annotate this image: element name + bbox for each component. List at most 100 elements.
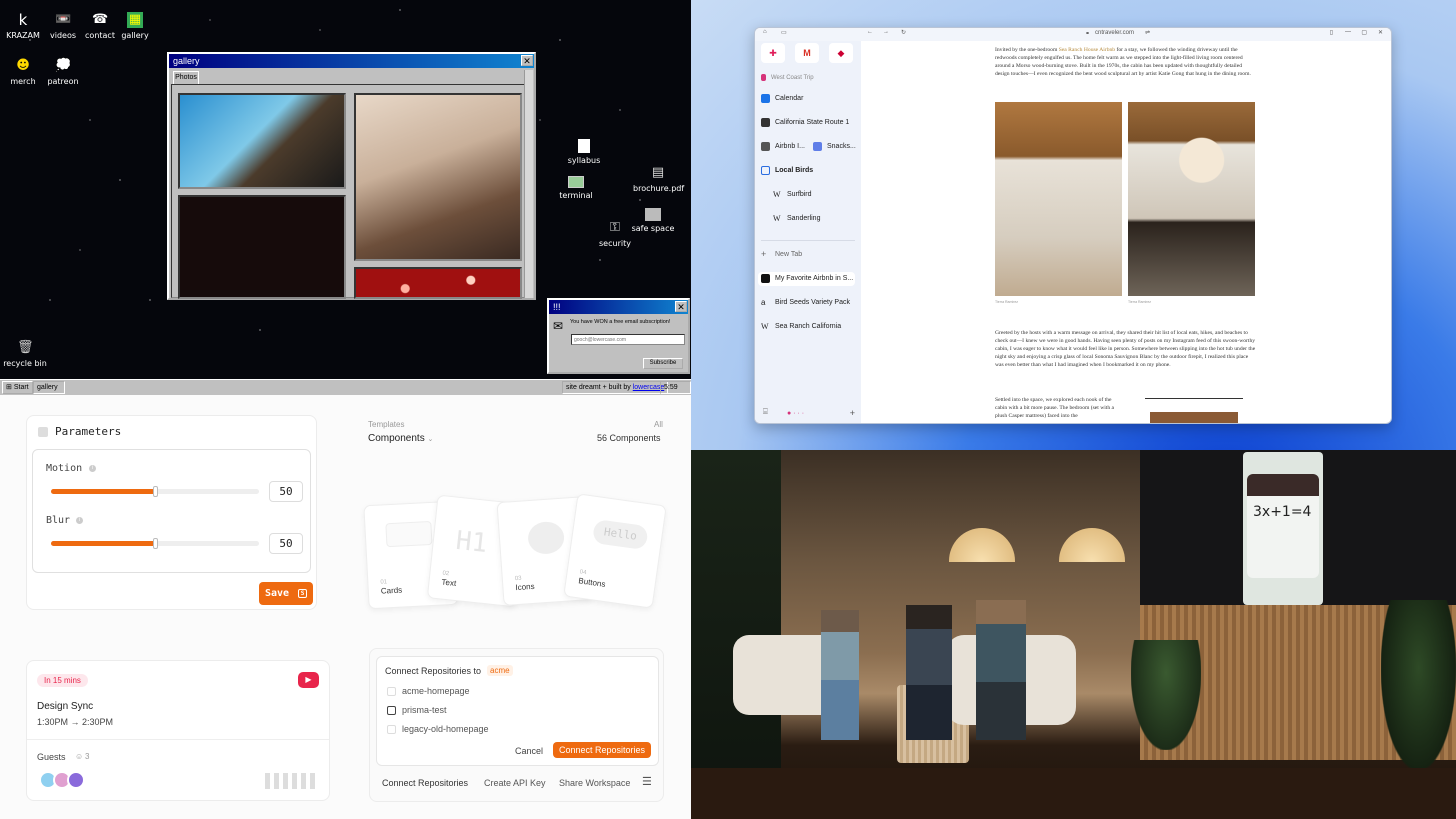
- mail-icon: ✉: [553, 319, 564, 333]
- menu-icon[interactable]: ☰: [642, 775, 652, 788]
- start-label: Start: [13, 384, 29, 391]
- connect-repositories-button[interactable]: Connect Repositories: [553, 742, 652, 758]
- cancel-button[interactable]: Cancel: [515, 746, 543, 756]
- refresh-icon[interactable]: ↻: [901, 29, 906, 36]
- photo-thumbnail[interactable]: [178, 195, 346, 299]
- gallery-icon[interactable]: ▦ gallery: [110, 12, 160, 40]
- tab-airbnb-article[interactable]: My Favorite Airbnb in S...: [758, 272, 855, 286]
- icon-label: videos: [49, 31, 77, 40]
- sidebar-item-surfbird[interactable]: W Surfbird: [773, 188, 812, 202]
- archive-icon[interactable]: ⌸: [763, 407, 768, 417]
- checkbox[interactable]: [387, 706, 396, 716]
- workspace-icon[interactable]: ⌂: [763, 29, 767, 35]
- avatar[interactable]: [67, 771, 85, 789]
- taskbar-task-gallery[interactable]: gallery: [33, 381, 65, 394]
- start-button[interactable]: ⊞ Start: [2, 381, 33, 394]
- safe-icon[interactable]: safe space: [628, 208, 678, 233]
- sidebar-item-route1[interactable]: California State Route 1: [761, 116, 849, 130]
- email-field[interactable]: [571, 334, 685, 345]
- recycle-bin-icon[interactable]: 🗑 recycle bin: [0, 340, 50, 368]
- repo-option[interactable]: acme-homepage: [387, 686, 470, 697]
- sidebar-item-calendar[interactable]: Calendar: [761, 92, 803, 106]
- sidebar-label: Snacks...: [827, 143, 856, 150]
- motion-value-field[interactable]: 50: [269, 481, 303, 502]
- photo-thumbnail[interactable]: [178, 93, 346, 189]
- photo-thumbnail[interactable]: [354, 267, 522, 299]
- blur-value-field[interactable]: 50: [269, 533, 303, 554]
- new-tab-button[interactable]: + New Tab: [761, 248, 802, 262]
- minimize-icon[interactable]: —: [1345, 29, 1351, 35]
- back-icon[interactable]: ←: [867, 29, 873, 35]
- syllabus-document-icon[interactable]: syllabus: [559, 139, 609, 165]
- save-button[interactable]: Save S: [259, 582, 313, 605]
- retro-desktop: k KRAZAM 📼 videos ☎ contact ▦ gallery ☻ merch…: [0, 0, 691, 395]
- repo-option[interactable]: legacy-old-homepage: [387, 724, 489, 735]
- info-icon[interactable]: i: [76, 517, 83, 524]
- templates-dropdown[interactable]: Components ⌄: [368, 433, 433, 444]
- close-icon[interactable]: ✕: [1378, 29, 1383, 36]
- sidebar-group-label[interactable]: West Coast Trip: [761, 71, 814, 85]
- footer-create-api-key[interactable]: Create API Key: [484, 778, 546, 788]
- scrollbar[interactable]: [524, 70, 533, 298]
- tab-photos[interactable]: Photos: [173, 71, 199, 84]
- gallery-window[interactable]: gallery ✕ Photos: [167, 52, 536, 300]
- footer-connect-repositories[interactable]: Connect Repositories: [382, 778, 468, 788]
- sidebar-item-airbnb[interactable]: Airbnb I...: [761, 140, 805, 154]
- split-view-icon[interactable]: ▯: [1330, 29, 1333, 36]
- meeting-time: 1:30PM → 2:30PM: [37, 717, 114, 727]
- close-icon[interactable]: ✕: [675, 301, 687, 312]
- checkbox[interactable]: [387, 687, 396, 697]
- tune-icon[interactable]: ⇌: [1145, 29, 1150, 36]
- tab-bird-seeds[interactable]: a Bird Seeds Variety Pack: [761, 296, 850, 310]
- subscribe-button[interactable]: Subscribe: [643, 358, 683, 369]
- patreon-icon[interactable]: 💭 patreon: [38, 58, 88, 86]
- sidebar-folder-local-birds[interactable]: Local Birds: [761, 164, 813, 178]
- photo-thumbnail[interactable]: [354, 93, 522, 261]
- gallery-titlebar[interactable]: gallery ✕: [169, 54, 534, 68]
- slider-handle[interactable]: [153, 538, 158, 549]
- stage-photo: 3x+1=4: [691, 450, 1456, 819]
- tab-label: Sea Ranch California: [775, 323, 842, 330]
- guests-icon: ☺: [75, 752, 84, 761]
- potted-plant: [1381, 600, 1456, 770]
- photo-caption: Tierra Ramirez: [1128, 300, 1152, 304]
- terminal-icon[interactable]: terminal: [551, 176, 601, 200]
- template-card-buttons[interactable]: Hello 04 Buttons: [563, 493, 667, 609]
- motion-slider[interactable]: [51, 486, 259, 497]
- components-count: 56 Components: [597, 433, 661, 443]
- article-link[interactable]: Sea Ranch House Airbnb: [1059, 47, 1115, 53]
- tab-sea-ranch[interactable]: W Sea Ranch California: [761, 320, 841, 334]
- space-switcher-icon[interactable]: ● · · ·: [787, 410, 804, 417]
- filter-all[interactable]: All: [654, 420, 663, 429]
- close-icon[interactable]: ✕: [521, 55, 533, 66]
- add-space-icon[interactable]: +: [850, 408, 855, 418]
- footer-share-workspace[interactable]: Share Workspace: [559, 778, 630, 788]
- forward-icon[interactable]: →: [883, 29, 889, 35]
- url-bar[interactable]: cntraveler.com: [1095, 30, 1134, 36]
- repo-option[interactable]: prisma-test: [387, 705, 447, 716]
- blur-fill: [51, 541, 155, 546]
- gmail-pin-icon[interactable]: M: [795, 43, 819, 63]
- slider-handle[interactable]: [153, 486, 158, 497]
- blur-slider[interactable]: [51, 538, 259, 549]
- slack-pin-icon[interactable]: ✚: [761, 43, 785, 63]
- info-icon[interactable]: i: [89, 465, 96, 472]
- pdf-icon[interactable]: ▤ brochure.pdf: [633, 165, 684, 193]
- icon-label: safe space: [631, 224, 675, 233]
- subscription-popup[interactable]: !!! ✕ ✉ You have WON a free email subscri…: [547, 298, 690, 374]
- figma-pin-icon[interactable]: ◆: [829, 43, 853, 63]
- popup-titlebar[interactable]: !!! ✕: [549, 300, 688, 314]
- article-paragraph: Invited by the one-bedroom Sea Ranch Hou…: [995, 47, 1251, 78]
- sidebar-item-sanderling[interactable]: W Sanderling: [773, 212, 820, 226]
- parameters-card: Parameters Motion i 50 Blur i 50 Save S: [26, 415, 317, 610]
- video-call-icon[interactable]: ▶: [298, 672, 319, 688]
- org-badge: acme: [487, 665, 513, 676]
- divider: [761, 240, 855, 241]
- sidebar-label: Calendar: [775, 95, 804, 102]
- meeting-card: In 15 mins ▶ Design Sync 1:30PM → 2:30PM…: [26, 660, 330, 801]
- sidebar-item-snacks[interactable]: Snacks...: [813, 140, 856, 154]
- phone-mirror: 3x+1=4: [1243, 452, 1323, 605]
- checkbox[interactable]: [387, 725, 396, 735]
- sidebar-toggle-icon[interactable]: ▭: [781, 29, 787, 36]
- maximize-icon[interactable]: ▢: [1361, 29, 1367, 36]
